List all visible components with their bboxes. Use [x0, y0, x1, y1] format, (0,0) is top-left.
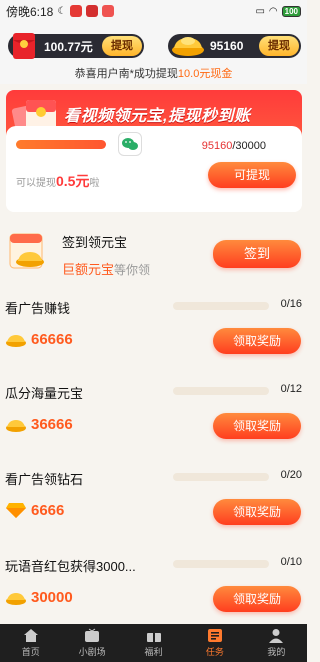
signin-subtitle: 巨额元宝等你领 — [62, 259, 150, 278]
withdraw-button[interactable]: 可提现 — [208, 162, 296, 188]
status-bar: 傍晚6:18 ☾ ▭ ◠ 100 — [0, 0, 307, 22]
task-progress-bar — [173, 473, 269, 481]
tab-home[interactable]: 首页 — [0, 624, 61, 662]
withdraw-progress-bar — [16, 140, 106, 149]
task-page: 傍晚6:18 ☾ ▭ ◠ 100 100.77元 提现 95160 提现 恭喜用… — [0, 0, 307, 662]
task-reward: 6666 — [5, 501, 64, 519]
app-notify-icon — [86, 5, 99, 17]
ingot-amount: 95160 — [210, 39, 244, 53]
task-progress-bar — [173, 560, 269, 568]
ingot-icon — [172, 37, 204, 56]
withdraw-available: 可以提现0.5元啦 — [16, 171, 99, 191]
task-progress-bar — [173, 387, 269, 395]
wifi-icon: ◠ — [268, 5, 278, 17]
diamond-icon — [6, 503, 26, 518]
task-reward: 66666 — [5, 330, 73, 348]
ingot-withdraw-button[interactable]: 提现 — [259, 36, 299, 56]
red-envelope-icon — [13, 33, 35, 59]
calendar-ingot-icon — [9, 233, 44, 269]
signin-highlight: 巨额元宝 — [62, 262, 115, 277]
task-row: 看广告领钻石 0/20 6666 领取奖励 — [0, 469, 307, 557]
signin-row: 签到领元宝 巨额元宝等你领 签到 — [0, 222, 307, 292]
ingot-icon — [6, 593, 26, 605]
withdraw-panel: 95160/30000 可以提现0.5元啦 可提现 — [6, 126, 302, 212]
task-progress-text: 0/10 — [280, 556, 302, 568]
battery-icon: 100 — [281, 5, 301, 17]
wechat-icon — [118, 132, 142, 156]
tab-label: 福利 — [144, 647, 163, 657]
task-progress-text: 0/20 — [280, 469, 302, 481]
available-amount: 0.5元 — [56, 173, 90, 189]
banner-title: 看视频领元宝,提现秒到账 — [64, 108, 251, 125]
task-progress-text: 0/16 — [280, 298, 302, 310]
tab-label: 我的 — [267, 647, 286, 657]
task-reward-value: 30000 — [31, 588, 73, 606]
balance-bar: 100.77元 提现 95160 提现 — [0, 22, 307, 68]
claim-reward-button[interactable]: 领取奖励 — [213, 413, 301, 439]
notice-text: 恭喜用户南*成功提现 — [74, 68, 178, 80]
signin-subtitle-rest: 等你领 — [114, 263, 151, 277]
task-reward: 36666 — [5, 415, 73, 433]
home-icon — [23, 629, 38, 642]
claim-reward-button[interactable]: 领取奖励 — [213, 328, 301, 354]
cash-withdraw-button[interactable]: 提现 — [102, 36, 142, 56]
cash-amount: 100.77元 — [44, 39, 93, 54]
tab-label: 任务 — [205, 647, 224, 657]
tab-welfare[interactable]: 福利 — [123, 624, 184, 662]
task-reward-value: 66666 — [31, 330, 73, 348]
ingot-balance: 95160 提现 — [168, 34, 301, 58]
app-notify-icon — [70, 5, 83, 17]
signin-title: 签到领元宝 — [62, 235, 128, 250]
tab-label: 首页 — [21, 647, 40, 657]
sim-icon: ▭ — [255, 5, 265, 17]
available-prefix: 可以提现 — [16, 178, 56, 189]
task-name: 玩语音红包获得3000... — [5, 559, 136, 574]
profile-icon — [269, 629, 284, 643]
tab-label: 小剧场 — [78, 647, 106, 657]
notice-amount: 10.0元现金 — [177, 68, 233, 80]
task-name: 瓜分海量元宝 — [5, 386, 84, 401]
task-progress-text: 0/12 — [280, 383, 302, 395]
ingot-icon — [6, 420, 26, 432]
withdraw-banner: 看视频领元宝,提现秒到账 95160/30000 可以提现0.5元啦 可提现 — [6, 90, 302, 212]
claim-reward-button[interactable]: 领取奖励 — [213, 586, 301, 612]
task-row: 看广告赚钱 0/16 66666 领取奖励 — [0, 298, 307, 386]
signin-button[interactable]: 签到 — [213, 240, 301, 268]
gift-icon — [146, 631, 161, 642]
task-icon — [207, 629, 222, 642]
withdraw-current: 95160 — [201, 140, 233, 152]
tab-tasks[interactable]: 任务 — [184, 624, 245, 662]
available-suffix: 啦 — [89, 178, 100, 189]
withdraw-progress-text: 95160/30000 — [202, 140, 266, 152]
task-progress-bar — [173, 302, 269, 310]
bottom-tab-bar: 首页 小剧场 福利 任务 我的 — [0, 624, 307, 662]
task-reward-value: 6666 — [31, 501, 65, 519]
withdraw-notice: 恭喜用户南*成功提现10.0元现金 — [0, 64, 307, 84]
moon-icon: ☾ — [57, 5, 67, 17]
task-reward: 30000 — [5, 588, 73, 606]
task-name: 看广告领钻石 — [5, 472, 84, 487]
status-time: 傍晚6:18 — [6, 4, 54, 19]
theater-icon — [85, 628, 100, 642]
task-reward-value: 36666 — [31, 415, 73, 433]
task-name: 看广告赚钱 — [5, 301, 71, 316]
app-notify-icon — [102, 5, 115, 17]
withdraw-total: /30000 — [232, 140, 266, 152]
claim-reward-button[interactable]: 领取奖励 — [213, 499, 301, 525]
task-row: 瓜分海量元宝 0/12 36666 领取奖励 — [0, 383, 307, 471]
tab-theater[interactable]: 小剧场 — [61, 624, 122, 662]
cash-balance: 100.77元 提现 — [8, 33, 144, 59]
ingot-icon — [6, 335, 26, 347]
tab-profile[interactable]: 我的 — [246, 624, 307, 662]
